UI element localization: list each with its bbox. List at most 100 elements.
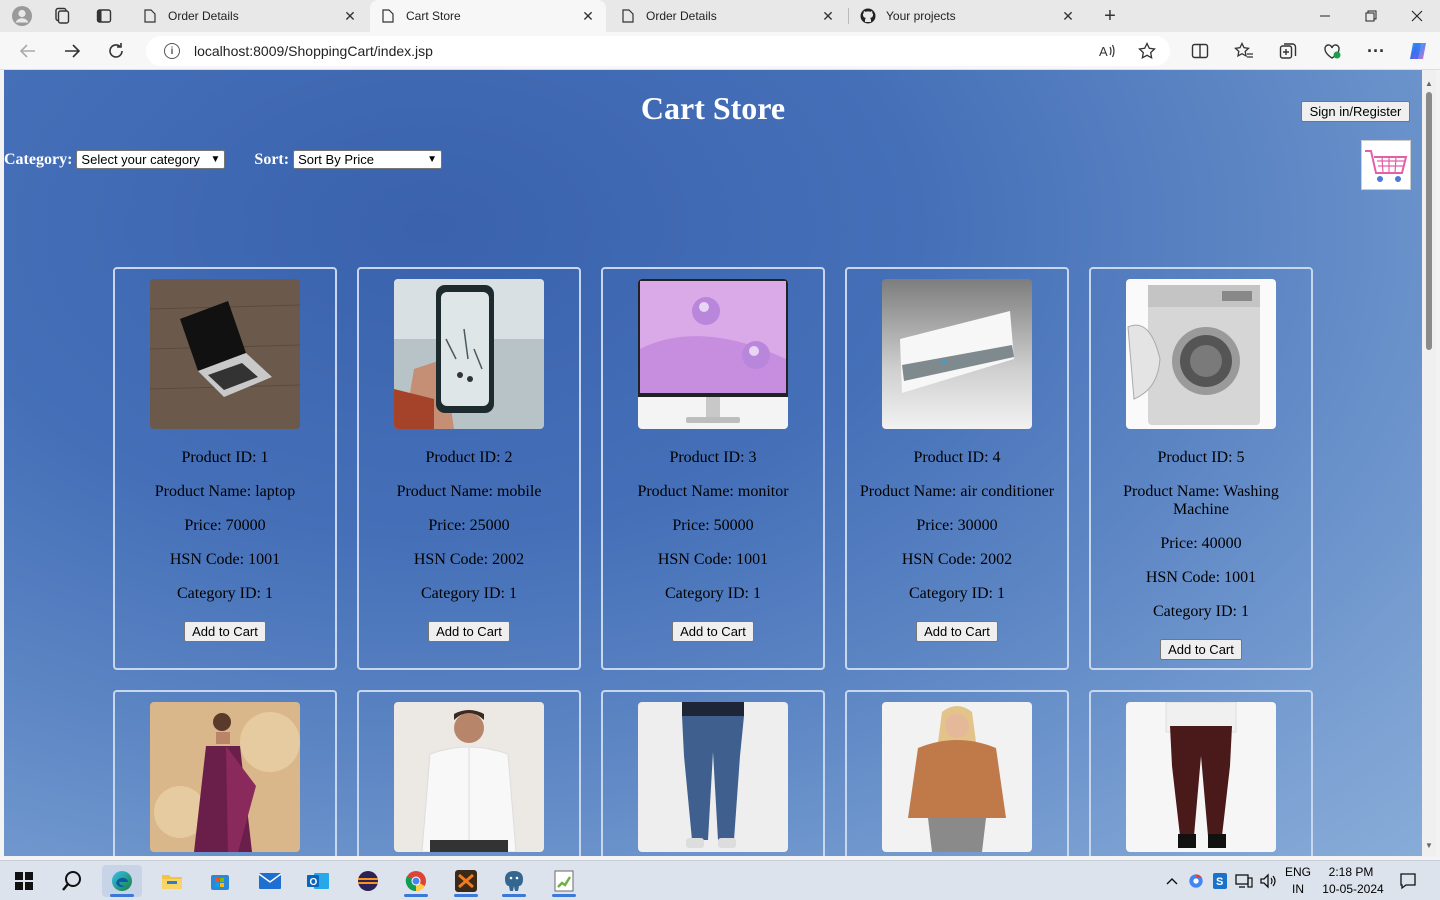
forward-icon[interactable]	[58, 39, 86, 63]
hoodie-image	[882, 702, 1032, 852]
chevron-up-icon[interactable]	[1160, 865, 1184, 897]
shopping-cart-icon[interactable]	[1361, 140, 1411, 190]
add-to-cart-button[interactable]: Add to Cart	[428, 621, 510, 642]
category-select[interactable]: Select your category ▼	[76, 150, 226, 169]
browser-tab-bar: Order Details ✕ Cart Store ✕ Order Detai…	[0, 0, 1440, 32]
product-price: Price: 30000	[916, 517, 998, 534]
product-category: Category ID: 1	[421, 585, 517, 602]
page-icon	[142, 8, 158, 24]
product-hsn: HSN Code: 1001	[657, 551, 769, 568]
new-tab-icon[interactable]: +	[1098, 4, 1122, 28]
tab-separator	[848, 8, 849, 24]
file-explorer-icon[interactable]	[152, 865, 192, 897]
tab-cart-store[interactable]: Cart Store ✕	[370, 0, 606, 32]
tab-actions-icon[interactable]	[92, 4, 116, 28]
search-icon[interactable]	[52, 865, 92, 897]
product-card: Product ID: 2 Product Name: mobile Price…	[357, 267, 581, 670]
product-card: Product ID: 3 Product Name: monitor Pric…	[601, 267, 825, 670]
clock-date[interactable]: 10-05-2024	[1318, 882, 1388, 896]
close-icon[interactable]: ✕	[580, 8, 596, 25]
chrome-icon[interactable]	[396, 865, 436, 897]
volume-icon[interactable]	[1256, 865, 1280, 897]
product-card	[113, 690, 337, 856]
add-to-cart-button[interactable]: Add to Cart	[916, 621, 998, 642]
product-id: Product ID: 2	[425, 449, 513, 466]
favorites-icon[interactable]	[1232, 40, 1256, 62]
product-price: Price: 25000	[428, 517, 510, 534]
clock-time[interactable]: 2:18 PM	[1318, 865, 1384, 879]
copilot-icon[interactable]	[1406, 40, 1430, 62]
workspaces-icon[interactable]	[50, 4, 74, 28]
saree-image	[150, 702, 300, 852]
close-icon[interactable]: ✕	[1060, 8, 1076, 25]
eclipse-icon[interactable]	[348, 865, 388, 897]
site-info-icon[interactable]: i	[164, 43, 180, 59]
add-to-cart-button[interactable]: Add to Cart	[184, 621, 266, 642]
postgresql-icon[interactable]	[494, 865, 534, 897]
refresh-icon[interactable]	[102, 39, 130, 63]
tab-title: Order Details	[168, 9, 239, 23]
notifications-icon[interactable]	[1392, 865, 1424, 897]
jeans-image	[638, 702, 788, 852]
more-options-icon[interactable]: ···	[1364, 40, 1388, 62]
monitor-image	[638, 279, 788, 429]
sort-select[interactable]: Sort By Price ▼	[293, 150, 443, 169]
mail-icon[interactable]	[250, 865, 290, 897]
tab-order-details-1[interactable]: Order Details ✕	[132, 0, 368, 32]
mobile-image	[394, 279, 544, 429]
category-label: Category:	[4, 150, 73, 168]
product-hsn: HSN Code: 2002	[901, 551, 1013, 568]
tab-your-projects[interactable]: Your projects ✕	[850, 0, 1086, 32]
restore-icon[interactable]	[1348, 0, 1394, 32]
scroll-thumb[interactable]	[1426, 92, 1432, 350]
url-field[interactable]: i localhost:8009/ShoppingCart/index.jsp	[146, 36, 1170, 66]
outlook-icon[interactable]: O	[298, 865, 338, 897]
product-hsn: HSN Code: 1001	[169, 551, 281, 568]
page-viewport: Cart Store Sign in/Register Category: Se…	[4, 70, 1422, 856]
product-price: Price: 40000	[1160, 535, 1242, 552]
edge-taskbar-icon[interactable]	[102, 865, 142, 897]
close-icon[interactable]: ✕	[342, 8, 358, 25]
product-id: Product ID: 5	[1157, 449, 1245, 466]
xampp-icon[interactable]	[446, 865, 486, 897]
notepad-plus-plus-icon[interactable]	[544, 865, 584, 897]
add-to-cart-button[interactable]: Add to Cart	[672, 621, 754, 642]
page-scrollbar[interactable]: ▲ ▼	[1422, 70, 1436, 856]
product-hsn: HSN Code: 1001	[1145, 569, 1257, 586]
region-indicator[interactable]: IN	[1282, 882, 1314, 896]
read-aloud-icon[interactable]: A	[1095, 40, 1119, 62]
url-text: localhost:8009/ShoppingCart/index.jsp	[194, 43, 433, 59]
windows-start-icon[interactable]	[4, 865, 44, 897]
product-card	[357, 690, 581, 856]
svg-text:S: S	[1216, 876, 1223, 888]
sort-select-value: Sort By Price	[298, 152, 374, 167]
page-title: Cart Store	[640, 90, 786, 126]
tab-order-details-2[interactable]: Order Details ✕	[610, 0, 846, 32]
network-icon[interactable]	[1232, 865, 1256, 897]
collections-icon[interactable]	[1276, 40, 1300, 62]
sign-in-register-button[interactable]: Sign in/Register	[1301, 101, 1410, 122]
product-name: Product Name: laptop	[154, 483, 296, 500]
product-hsn: HSN Code: 2002	[413, 551, 525, 568]
product-category: Category ID: 1	[1153, 603, 1249, 620]
minimize-icon[interactable]	[1302, 0, 1348, 32]
close-window-icon[interactable]	[1394, 0, 1440, 32]
page-icon	[380, 8, 396, 24]
split-screen-icon[interactable]	[1188, 40, 1212, 62]
browser-essentials-icon[interactable]	[1320, 40, 1344, 62]
microsoft-store-icon[interactable]	[200, 865, 240, 897]
add-to-cart-button[interactable]: Add to Cart	[1160, 639, 1242, 660]
close-icon[interactable]: ✕	[820, 8, 836, 25]
product-name: Product Name: monitor	[637, 483, 789, 500]
scroll-down-icon[interactable]: ▼	[1422, 838, 1436, 852]
github-icon	[860, 8, 876, 24]
chrome-tray-icon[interactable]	[1184, 865, 1208, 897]
back-icon[interactable]	[14, 39, 42, 63]
favorite-star-icon[interactable]	[1135, 40, 1159, 62]
language-indicator[interactable]: ENG	[1282, 865, 1314, 879]
scroll-up-icon[interactable]: ▲	[1422, 76, 1436, 90]
chevron-down-icon: ▼	[427, 154, 438, 165]
profile-icon[interactable]	[10, 4, 34, 28]
security-tray-icon[interactable]: S	[1208, 865, 1232, 897]
product-price: Price: 70000	[184, 517, 266, 534]
